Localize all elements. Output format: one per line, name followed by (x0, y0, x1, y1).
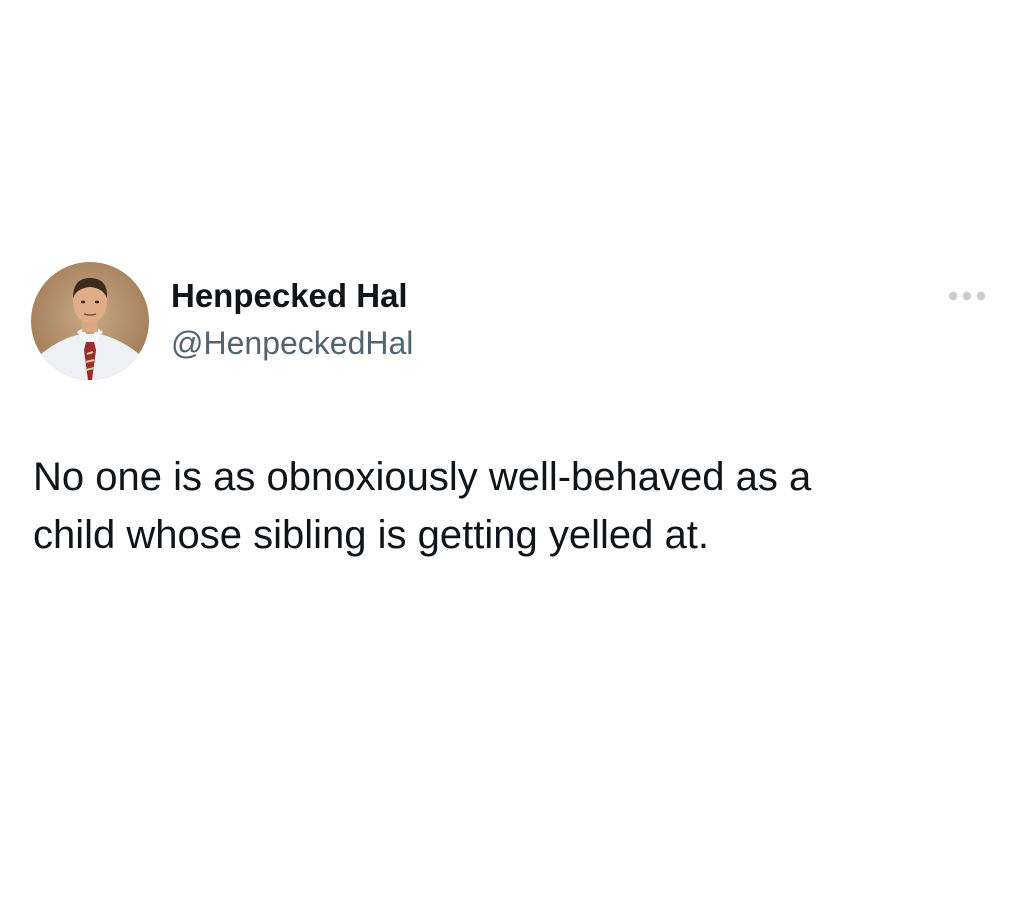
profile-photo-icon (31, 262, 149, 380)
more-options-button[interactable] (944, 284, 990, 308)
tweet-text: No one is as obnoxiously well-behaved as… (33, 455, 812, 557)
more-horizontal-icon (948, 291, 986, 301)
user-handle[interactable]: @HenpeckedHal (171, 323, 413, 363)
display-name[interactable]: Henpecked Hal (171, 276, 408, 316)
tweet-card: Henpecked Hal @HenpeckedHal No one is as… (0, 0, 1024, 908)
avatar[interactable] (31, 262, 149, 380)
